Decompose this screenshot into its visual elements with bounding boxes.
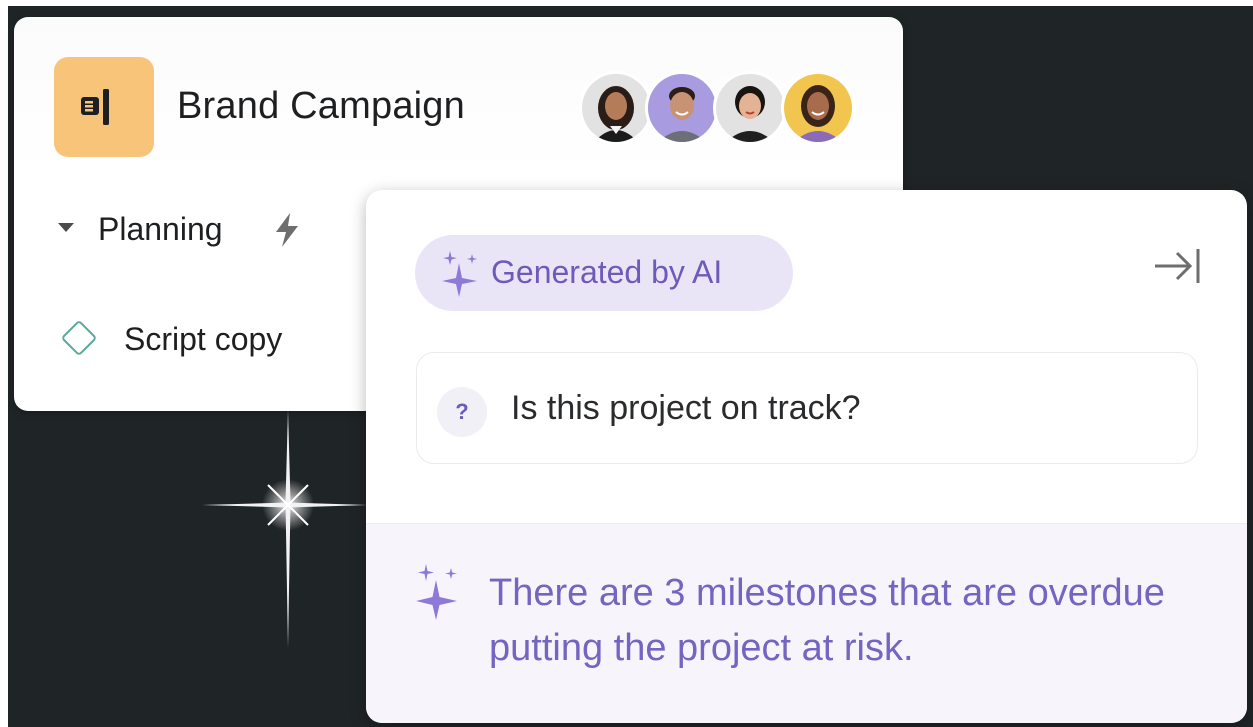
caret-down-icon[interactable] <box>58 223 74 233</box>
question-prompt[interactable]: ? Is this project on track? <box>416 352 1198 464</box>
sparkles-icon <box>416 564 457 620</box>
question-mark-icon: ? <box>437 387 487 437</box>
task-label[interactable]: Script copy <box>124 321 282 358</box>
member-avatar[interactable] <box>781 71 855 145</box>
generated-by-ai-chip[interactable]: Generated by AI <box>415 235 793 311</box>
sparkles-icon <box>442 251 477 297</box>
frame-left-edge <box>0 0 8 727</box>
section-label: Planning <box>98 211 223 247</box>
lightning-icon[interactable] <box>274 213 300 247</box>
question-text: Is this project on track? <box>511 389 861 427</box>
ai-answer: There are 3 milestones that are overdue … <box>366 523 1247 723</box>
answer-text: There are 3 milestones that are overdue … <box>489 572 1165 669</box>
frame-top-edge <box>0 0 1253 6</box>
project-title[interactable]: Brand Campaign <box>177 85 465 128</box>
collapse-right-icon[interactable] <box>1153 248 1201 284</box>
member-avatar[interactable] <box>579 71 653 145</box>
milestone-diamond-icon[interactable] <box>60 319 98 357</box>
member-avatar[interactable] <box>713 71 787 145</box>
megaphone-icon[interactable] <box>54 57 154 157</box>
chip-label: Generated by AI <box>491 254 723 290</box>
member-avatar[interactable] <box>645 71 719 145</box>
sparkle-star-icon <box>202 410 368 648</box>
ai-panel: Generated by AI ? Is this project on tra… <box>366 190 1247 723</box>
